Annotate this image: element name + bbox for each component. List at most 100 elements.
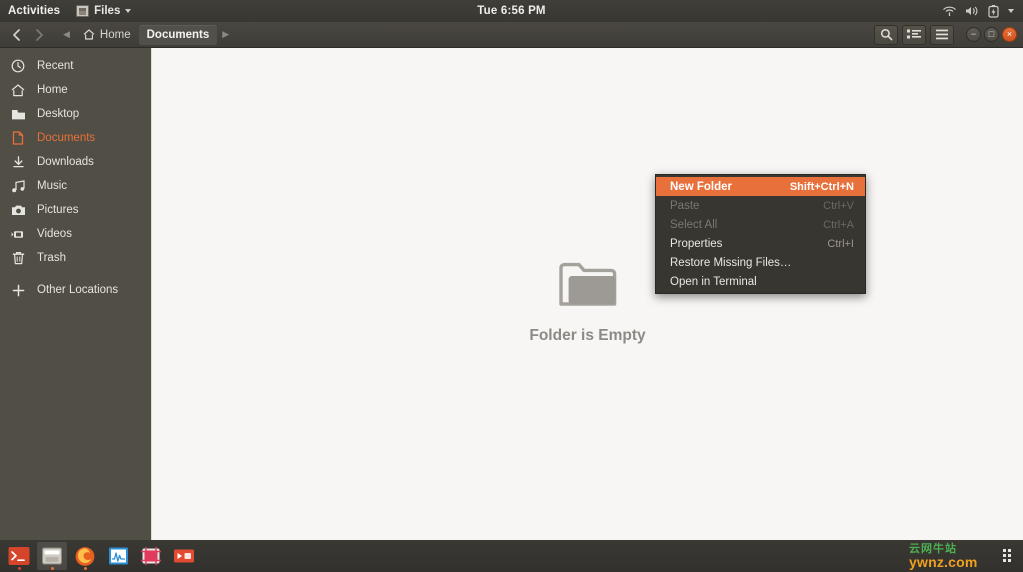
dock-firefox[interactable]	[70, 542, 100, 570]
gnome-top-bar: Activities Files Tue 6:56 PM	[0, 0, 1023, 22]
sidebar-label-downloads: Downloads	[37, 156, 94, 168]
hamburger-menu-icon	[935, 29, 949, 40]
music-icon	[10, 180, 26, 193]
back-button[interactable]	[5, 25, 27, 45]
folder-outline-icon	[557, 260, 619, 313]
menu-label-select-all: Select All	[670, 219, 717, 231]
sidebar-label-trash: Trash	[37, 252, 66, 264]
clock-icon	[10, 59, 26, 73]
minimize-button[interactable]: −	[966, 27, 981, 42]
watermark-dots	[1003, 549, 1011, 562]
menu-item-restore-missing-files[interactable]: Restore Missing Files…	[656, 253, 865, 272]
sidebar-item-videos[interactable]: Videos	[0, 222, 151, 246]
volume-icon	[965, 5, 979, 17]
sidebar-item-recent[interactable]: Recent	[0, 54, 151, 78]
context-menu[interactable]: New Folder Shift+Ctrl+N Paste Ctrl+V Sel…	[655, 174, 866, 294]
breadcrumb-item-home[interactable]: Home	[75, 25, 139, 45]
app-menu-button[interactable]: Files	[69, 0, 138, 22]
forward-button[interactable]	[28, 25, 50, 45]
sidebar-item-downloads[interactable]: Downloads	[0, 150, 151, 174]
sidebar-label-home: Home	[37, 84, 68, 96]
empty-state-label: Folder is Empty	[529, 327, 645, 345]
breadcrumb-prev-icon[interactable]: ◀	[58, 29, 75, 40]
sidebar: Recent Home	[0, 48, 151, 540]
close-button[interactable]: ×	[1002, 27, 1017, 42]
view-toggle-button[interactable]	[902, 25, 926, 45]
menu-button[interactable]	[930, 25, 954, 45]
system-tray[interactable]	[943, 5, 1023, 18]
maximize-button[interactable]: □	[984, 27, 999, 42]
chevron-down-icon	[125, 9, 131, 13]
document-icon	[10, 131, 26, 145]
dock-indicator-firefox	[84, 567, 87, 570]
sidebar-item-pictures[interactable]: Pictures	[0, 198, 151, 222]
file-list-area[interactable]: Folder is Empty New Folder Shift+Ctrl+N …	[151, 48, 1023, 540]
files-icon	[41, 546, 63, 566]
watermark-cn: 云网牛站	[909, 544, 957, 555]
list-view-icon	[907, 29, 921, 40]
activities-button[interactable]: Activities	[0, 0, 69, 22]
wifi-icon	[943, 6, 956, 17]
sidebar-item-other-locations[interactable]: Other Locations	[0, 278, 151, 302]
watermark-en: ywnz.com	[909, 555, 978, 569]
search-button[interactable]	[874, 25, 898, 45]
sidebar-label-videos: Videos	[37, 228, 72, 240]
image-editor-icon	[140, 546, 162, 566]
battery-icon	[988, 5, 999, 18]
video-icon	[10, 229, 26, 240]
menu-accel-properties: Ctrl+I	[827, 238, 854, 250]
home-icon	[83, 29, 95, 40]
breadcrumb-label-home: Home	[100, 29, 131, 41]
dock-indicator-files	[51, 567, 54, 570]
dock-image-editor[interactable]	[136, 542, 166, 570]
menu-label-new-folder: New Folder	[670, 181, 732, 193]
sidebar-item-documents[interactable]: Documents	[0, 126, 151, 150]
camera-icon	[10, 204, 26, 216]
sidebar-label-music: Music	[37, 180, 67, 192]
dock-indicator-terminal	[18, 567, 21, 570]
menu-label-properties: Properties	[670, 238, 722, 250]
clock[interactable]: Tue 6:56 PM	[0, 5, 1023, 17]
sidebar-item-home[interactable]: Home	[0, 78, 151, 102]
home-icon	[10, 84, 26, 97]
sidebar-item-desktop[interactable]: Desktop	[0, 102, 151, 126]
forward-arrow-icon	[35, 29, 44, 41]
menu-item-open-in-terminal[interactable]: Open in Terminal	[656, 272, 865, 291]
menu-item-new-folder[interactable]: New Folder Shift+Ctrl+N	[656, 177, 865, 196]
sidebar-item-trash[interactable]: Trash	[0, 246, 151, 270]
trash-icon	[10, 251, 26, 265]
dock-files[interactable]	[37, 542, 67, 570]
close-glyph: ×	[1007, 30, 1012, 39]
search-icon	[880, 28, 893, 41]
nav-buttons	[0, 25, 50, 45]
breadcrumb-label-documents: Documents	[147, 29, 210, 41]
window-body: Recent Home	[0, 48, 1023, 540]
terminal-icon	[8, 546, 30, 566]
sidebar-separator	[0, 270, 151, 278]
sidebar-label-desktop: Desktop	[37, 108, 79, 120]
menu-item-properties[interactable]: Properties Ctrl+I	[656, 234, 865, 253]
dock-system-monitor[interactable]	[103, 542, 133, 570]
breadcrumb-item-documents[interactable]: Documents	[139, 25, 218, 45]
download-icon	[10, 155, 26, 169]
menu-accel-select-all: Ctrl+A	[823, 219, 854, 231]
files-icon	[76, 5, 89, 17]
menu-item-select-all: Select All Ctrl+A	[656, 215, 865, 234]
menu-accel-paste: Ctrl+V	[823, 200, 854, 212]
menu-accel-new-folder: Shift+Ctrl+N	[790, 181, 854, 193]
sidebar-item-music[interactable]: Music	[0, 174, 151, 198]
sidebar-label-documents: Documents	[37, 132, 95, 144]
watermark: 云网牛站 ywnz.com	[909, 540, 1017, 572]
dock-terminal[interactable]	[4, 542, 34, 570]
plus-icon	[10, 284, 26, 297]
system-menu-chevron-icon	[1008, 9, 1014, 13]
dock-video-player[interactable]	[169, 542, 199, 570]
system-monitor-icon	[108, 546, 129, 566]
minimize-glyph: −	[971, 30, 976, 39]
video-player-icon	[173, 547, 195, 565]
dock	[0, 540, 1023, 572]
sidebar-label-recent: Recent	[37, 60, 73, 72]
empty-state: Folder is Empty	[152, 260, 1023, 345]
window-header-bar: ◀ Home Documents ▶	[0, 22, 1023, 48]
breadcrumb-next-icon[interactable]: ▶	[217, 29, 234, 40]
